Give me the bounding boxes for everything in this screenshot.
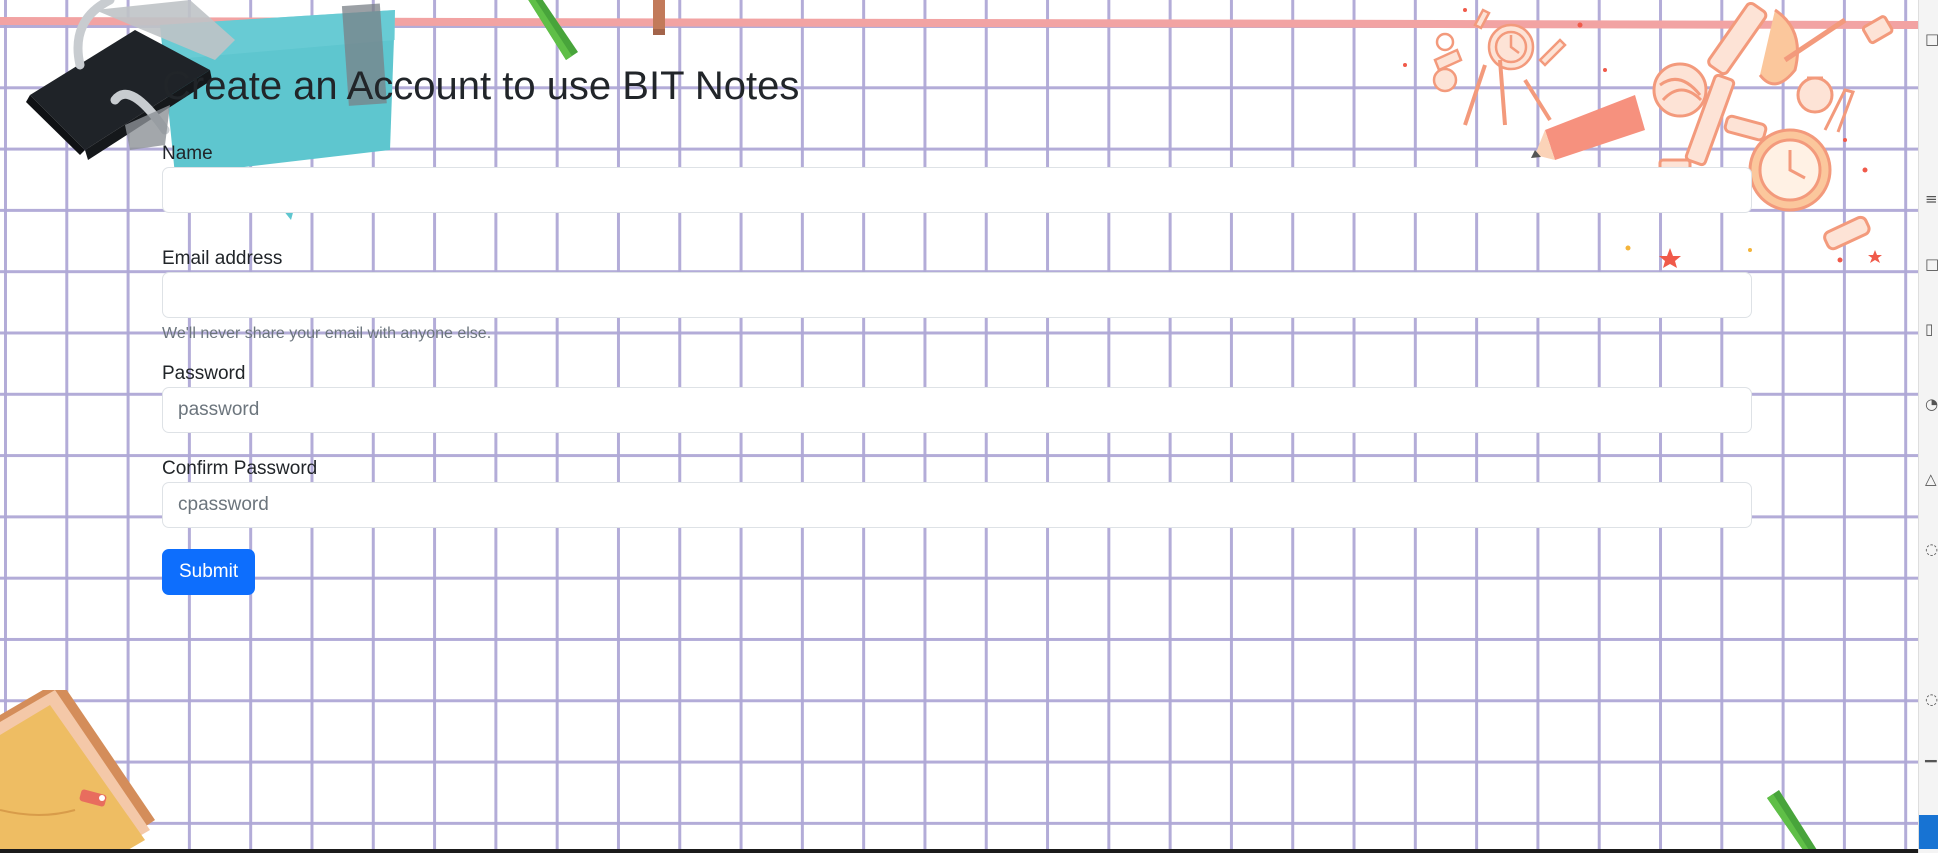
partial-window-icon: □ (1925, 255, 1938, 273)
partial-window-icon: ◌ (1925, 540, 1938, 558)
window-edge-button[interactable] (1919, 815, 1938, 849)
email-group: Email address We'll never share your ema… (162, 247, 1752, 345)
submit-row: Submit (162, 549, 1752, 595)
confirm-password-input[interactable] (162, 482, 1752, 528)
confirm-password-label: Confirm Password (162, 458, 318, 479)
signup-form: Create an Account to use BIT Notes Name … (162, 60, 1752, 595)
partial-window-icon: ▔ (1925, 760, 1937, 778)
partial-window-icon: ◌ (1925, 690, 1938, 708)
email-label: Email address (162, 248, 283, 269)
partial-window-icon: △ (1925, 470, 1937, 488)
confirm-password-group: Confirm Password (162, 457, 1752, 528)
notebook-icon (0, 690, 155, 849)
bottom-edge-bar (0, 849, 1918, 853)
email-input[interactable] (162, 272, 1752, 318)
pencil-icon (653, 0, 665, 35)
partial-window-icon: □ (1925, 30, 1938, 48)
name-group: Name (162, 142, 1752, 213)
submit-button[interactable]: Submit (162, 549, 256, 595)
password-label: Password (162, 363, 246, 384)
partial-window-icon: ≡ (1925, 190, 1938, 208)
email-help-text: We'll never share your email with anyone… (162, 325, 492, 342)
partial-window-icon: ▯ (1925, 320, 1934, 338)
name-label: Name (162, 143, 213, 164)
page-background: Create an Account to use BIT Notes Name … (0, 0, 1918, 849)
name-input[interactable] (162, 167, 1752, 213)
password-input[interactable] (162, 387, 1752, 433)
pencil-icon (1767, 790, 1817, 849)
page-title: Create an Account to use BIT Notes (162, 64, 800, 108)
password-group: Password (162, 362, 1752, 433)
side-window-strip: □ ≡ □ ▯ ◔ △ ◌ ◌ ▔ (1918, 0, 1938, 853)
partial-window-icon: ◔ (1925, 395, 1938, 413)
